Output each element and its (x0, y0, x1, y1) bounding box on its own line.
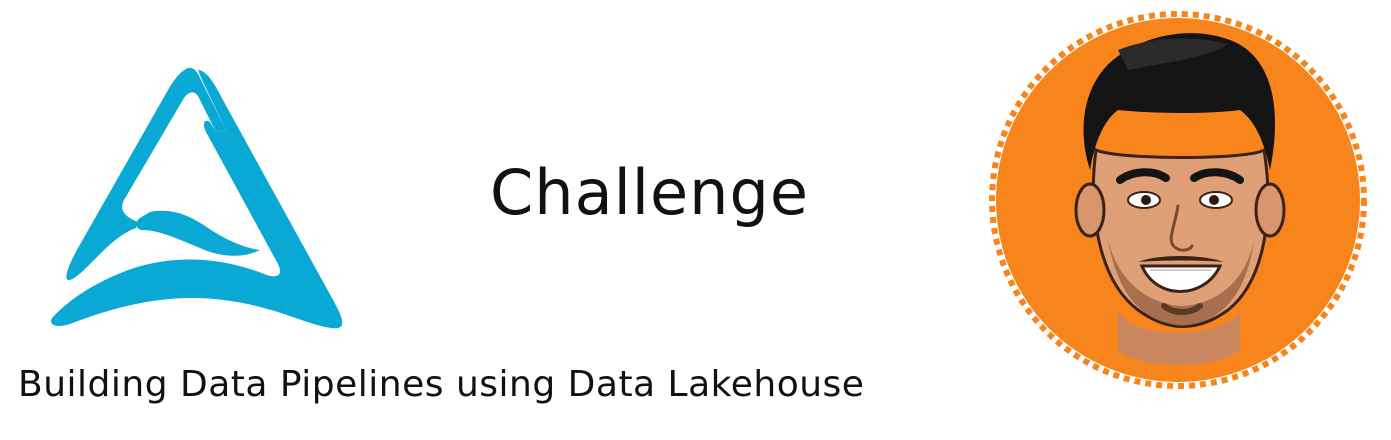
brand-logo-icon (51, 67, 343, 329)
headline-title: Challenge (490, 156, 809, 229)
subtitle-text: Building Data Pipelines using Data Lakeh… (18, 364, 865, 405)
avatar-badge (989, 11, 1367, 389)
